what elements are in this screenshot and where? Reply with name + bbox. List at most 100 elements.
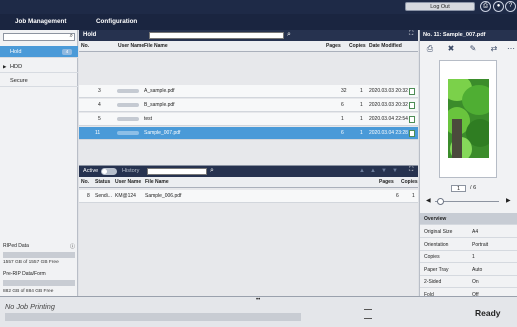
thumbnail-image <box>448 79 489 158</box>
collapse-handle[interactable]: •• <box>256 297 260 303</box>
row-file: B_sample.pdf <box>144 102 175 108</box>
sidebar-search-input[interactable]: ⌕ <box>3 33 75 41</box>
sidebar-item-secure[interactable]: Secure <box>0 75 78 87</box>
sidebar-item-label: HDD <box>10 64 23 70</box>
move-top-icon[interactable]: ▲ <box>359 166 365 177</box>
overview-key: Orientation <box>424 241 449 248</box>
active-search-input[interactable] <box>147 168 207 175</box>
row-file: Sample_006.pdf <box>145 193 182 199</box>
page-slider[interactable] <box>435 201 499 202</box>
hold-header: Hold ⌕ ⛶ <box>79 30 418 41</box>
move-icon[interactable]: ⇄ <box>489 44 499 54</box>
col-status[interactable]: Status <box>95 177 110 188</box>
col-no[interactable]: No. <box>81 177 89 188</box>
col-file-name[interactable]: File Name <box>145 177 169 188</box>
overview-value: A4 <box>472 229 479 235</box>
next-page-icon[interactable]: ▶ <box>506 197 511 204</box>
active-panel: Active History ⌕ ▲ ▲ ▼ ▼ ⛶ No. Status Us… <box>79 165 418 296</box>
redacted-user-name <box>117 131 139 135</box>
printer-icon[interactable]: ⎙ <box>480 1 491 12</box>
row-pages: 32 <box>341 88 347 94</box>
sidebar-item-hold[interactable]: Hold 4 <box>0 46 78 58</box>
overview-row: 2-Sided On <box>420 276 517 289</box>
delete-icon[interactable]: ✖ <box>446 44 456 54</box>
redacted-user-name <box>117 103 139 107</box>
document-icon[interactable] <box>409 102 415 109</box>
expand-icon[interactable]: ⛶ <box>409 31 413 38</box>
row-date: 2020.03.04 22:54 <box>369 116 408 122</box>
overview-value: On <box>472 279 479 286</box>
move-down-icon[interactable]: ▼ <box>381 166 387 177</box>
col-date-modified[interactable]: Date Modified <box>369 41 402 52</box>
active-header: Active History ⌕ ▲ ▲ ▼ ▼ ⛶ <box>79 166 418 177</box>
col-file-name[interactable]: File Name <box>144 41 168 52</box>
sidebar-item-hdd[interactable]: ▶ HDD <box>0 61 78 73</box>
person-icon[interactable]: ● <box>493 1 504 12</box>
document-icon[interactable] <box>409 130 415 137</box>
row-file: test <box>144 116 153 122</box>
table-row[interactable]: 5 test 1 1 2020.03.04 22:54 <box>79 113 418 126</box>
hold-search-input[interactable] <box>149 32 284 39</box>
row-copies: 1 <box>360 116 363 122</box>
prerip-data-value: 882 GB of 884 GB Free <box>3 289 54 294</box>
hold-panel: Hold ⌕ ⛶ No. User Name File Name Pages C… <box>79 30 418 165</box>
row-user: KM@124 <box>115 193 136 199</box>
search-icon[interactable]: ⌕ <box>210 167 214 175</box>
table-row[interactable]: 11 Sample_007.pdf 6 1 2020.03.04 23:28 <box>79 127 418 140</box>
edit-icon[interactable]: ✎ <box>468 44 478 54</box>
col-pages[interactable]: Pages <box>326 41 341 52</box>
tab-job-management[interactable]: Job Management <box>15 14 66 30</box>
overview-key: Copies <box>424 254 440 261</box>
search-icon[interactable]: ⌕ <box>287 31 291 39</box>
col-user-name[interactable]: User Name <box>115 177 141 188</box>
row-status: Sendi... <box>95 193 112 199</box>
table-row[interactable]: 3 A_sample.pdf 32 1 2020.03.03 20:32 <box>79 85 418 98</box>
divider <box>364 309 372 310</box>
col-pages[interactable]: Pages <box>379 177 394 188</box>
page-number-input[interactable]: 1 <box>451 185 466 192</box>
document-icon[interactable] <box>409 88 415 95</box>
expand-icon[interactable]: ▶ <box>3 61 6 73</box>
overview-row: Orientation Portrait <box>420 239 517 251</box>
table-row[interactable]: 4 B_sample.pdf 6 1 2020.03.03 20:32 <box>79 99 418 112</box>
status-bar: No Job Printing •• Ready <box>0 296 517 327</box>
help-icon[interactable]: ? <box>505 1 516 12</box>
expand-icon[interactable]: ⛶ <box>409 167 413 174</box>
prev-page-icon[interactable]: ◀ <box>426 197 431 204</box>
top-bar: Log Out ⎙ ● ? <box>0 0 517 14</box>
document-icon[interactable] <box>409 116 415 123</box>
page-thumbnail[interactable] <box>439 60 497 178</box>
print-icon[interactable]: ⎙ <box>425 44 435 54</box>
move-up-icon[interactable]: ▲ <box>370 166 376 177</box>
row-no: 3 <box>98 88 101 94</box>
col-no[interactable]: No. <box>81 41 89 52</box>
row-copies: 1 <box>360 130 363 136</box>
col-copies[interactable]: Copies <box>349 41 366 52</box>
page-total: / 6 <box>470 185 477 191</box>
col-copies[interactable]: Copies <box>401 177 418 188</box>
active-label: Active <box>83 168 99 174</box>
row-pages: 1 <box>341 116 344 122</box>
row-no: 11 <box>95 130 101 136</box>
prerip-data-bar <box>3 280 75 286</box>
row-no: 5 <box>98 116 101 122</box>
row-no: 8 <box>87 193 90 199</box>
col-user-name[interactable]: User Name <box>118 41 144 52</box>
page-slider-thumb[interactable] <box>437 198 444 205</box>
move-bottom-icon[interactable]: ▼ <box>392 166 398 177</box>
table-row[interactable]: 8 Sendi... KM@124 Sample_006.pdf 6 1 <box>79 190 418 203</box>
ripped-data-value: 1557 GB of 1557 GB Free <box>3 260 59 265</box>
search-icon[interactable]: ⌕ <box>70 33 73 40</box>
tab-configuration[interactable]: Configuration <box>96 14 137 30</box>
more-icon[interactable]: ⋯ <box>506 44 516 54</box>
overview-row: Original Size A4 <box>420 226 517 238</box>
prerip-data-label: Pre-RIP Data/Form <box>3 271 46 277</box>
active-history-toggle[interactable] <box>101 168 117 175</box>
logout-button[interactable]: Log Out <box>405 2 475 11</box>
info-icon[interactable]: ⓘ <box>70 243 75 250</box>
row-pages: 6 <box>396 193 399 199</box>
row-copies: 1 <box>360 88 363 94</box>
row-date: 2020.03.03 20:32 <box>369 88 408 94</box>
overview-value: 1 <box>472 254 475 261</box>
row-date: 2020.03.04 23:28 <box>369 130 408 136</box>
